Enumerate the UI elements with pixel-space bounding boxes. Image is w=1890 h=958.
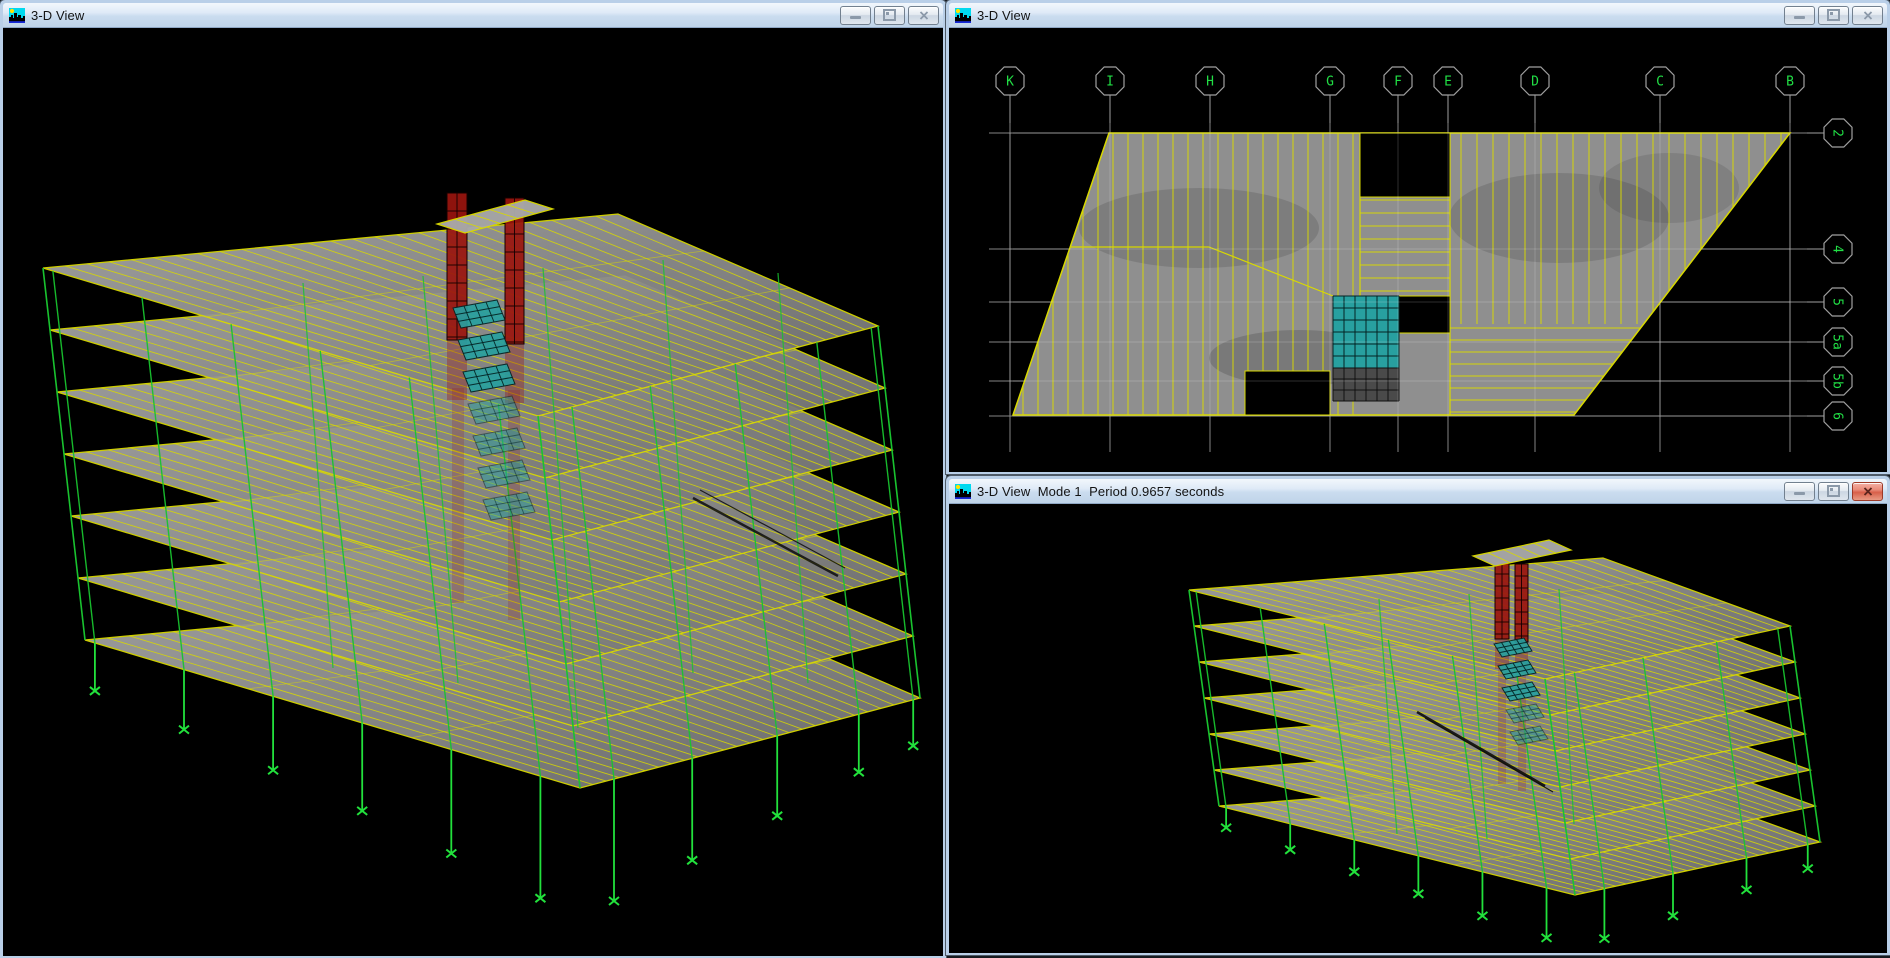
close-button[interactable] — [1852, 482, 1883, 501]
grid-bubble-D: D — [1521, 67, 1549, 95]
maximize-icon — [883, 9, 896, 21]
stair-core — [1333, 296, 1399, 401]
view-icon — [955, 8, 971, 23]
grid-bubble-label: B — [1786, 75, 1794, 90]
grid-bubble-I: I — [1096, 67, 1124, 95]
maximize-icon — [1827, 485, 1840, 497]
grid-bubble-label: F — [1394, 75, 1402, 90]
minimize-icon — [1794, 16, 1805, 19]
grid-bubble-5a: 5a — [1824, 328, 1852, 356]
mdi-workspace: { "windows": { "left": { "title": "3-D V… — [0, 0, 1890, 955]
close-button[interactable] — [908, 6, 939, 25]
viewport-3d-mode[interactable] — [949, 503, 1887, 953]
grid-bubble-label: K — [1006, 75, 1014, 90]
window-controls — [1781, 482, 1883, 501]
titlebar[interactable]: 3-D View Mode 1 Period 0.9657 seconds — [949, 479, 1887, 503]
grid-bubble-6: 6 — [1824, 402, 1852, 430]
window-title: 3-D View Mode 1 Period 0.9657 seconds — [977, 484, 1224, 499]
minimize-icon — [1794, 492, 1805, 495]
close-button[interactable] — [1852, 6, 1883, 25]
viewport-3d-main[interactable] — [3, 27, 943, 956]
plan-view: K I H G F E D C B 2 4 5 5a 5b 6 — [989, 67, 1852, 452]
slab-opening — [1360, 133, 1450, 197]
grid-bubble-G: G — [1316, 67, 1344, 95]
grid-bubble-C: C — [1646, 67, 1674, 95]
grid-bubble-label: 5 — [1830, 298, 1845, 306]
view-icon — [955, 484, 971, 499]
titlebar[interactable]: 3-D View — [3, 3, 943, 27]
window-controls — [1781, 6, 1883, 25]
view-icon-art — [9, 8, 25, 23]
grid-bubble-5b: 5b — [1824, 367, 1852, 395]
grid-bubble-label: 4 — [1830, 245, 1845, 253]
maximize-button[interactable] — [1818, 6, 1849, 25]
window-3d-view-plan: 3-D View K I H G F E D C B 2 4 5 5a 5b 6 — [946, 0, 1890, 474]
grid-bubble-H: H — [1196, 67, 1224, 95]
window-3d-view-main: 3-D View — [0, 0, 946, 958]
viewport-plan[interactable]: K I H G F E D C B 2 4 5 5a 5b 6 — [949, 27, 1887, 472]
titlebar[interactable]: 3-D View — [949, 3, 1887, 27]
close-icon — [919, 11, 929, 20]
grid-bubble-label: G — [1326, 75, 1334, 90]
grid-bubble-label: I — [1106, 75, 1114, 90]
grid-bubble-4: 4 — [1824, 235, 1852, 263]
grid-bubble-K: K — [996, 67, 1024, 95]
slab-opening — [1245, 371, 1330, 415]
maximize-button[interactable] — [874, 6, 905, 25]
model-plan[interactable]: K I H G F E D C B 2 4 5 5a 5b 6 — [949, 28, 1887, 472]
wall-ghost — [1498, 664, 1506, 784]
close-icon — [1863, 11, 1873, 20]
model-3d-main[interactable] — [3, 28, 943, 956]
view-icon — [9, 8, 25, 23]
grid-bubble-label: C — [1656, 75, 1664, 90]
minimize-button[interactable] — [1784, 6, 1815, 25]
grid-bubble-label: 2 — [1830, 129, 1845, 137]
slab-shading — [1079, 188, 1319, 268]
grid-bubble-label: 5b — [1830, 373, 1845, 389]
grid-bubble-label: E — [1444, 75, 1452, 90]
grid-bubble-label: H — [1206, 75, 1214, 90]
grid-bubble-5: 5 — [1824, 288, 1852, 316]
window-title: 3-D View — [977, 8, 1030, 23]
minimize-button[interactable] — [1784, 482, 1815, 501]
grid-bubble-F: F — [1384, 67, 1412, 95]
close-icon — [1863, 487, 1873, 496]
grid-bubble-2: 2 — [1824, 119, 1852, 147]
grid-bubble-label: 6 — [1830, 412, 1845, 420]
view-icon-art — [955, 484, 971, 499]
grid-bubble-label: D — [1531, 75, 1539, 90]
window-controls — [837, 6, 939, 25]
maximize-button[interactable] — [1818, 482, 1849, 501]
window-3d-view-mode: 3-D View Mode 1 Period 0.9657 seconds — [946, 476, 1890, 955]
grid-bubble-B: B — [1776, 67, 1804, 95]
minimize-icon — [850, 16, 861, 19]
grid-bubble-E: E — [1434, 67, 1462, 95]
maximize-icon — [1827, 9, 1840, 21]
view-icon-art — [955, 8, 971, 23]
window-title: 3-D View — [31, 8, 84, 23]
grid-bubble-label: 5a — [1830, 334, 1845, 350]
wall-ghost — [452, 388, 464, 603]
minimize-button[interactable] — [840, 6, 871, 25]
model-3d-mode[interactable] — [949, 504, 1887, 953]
